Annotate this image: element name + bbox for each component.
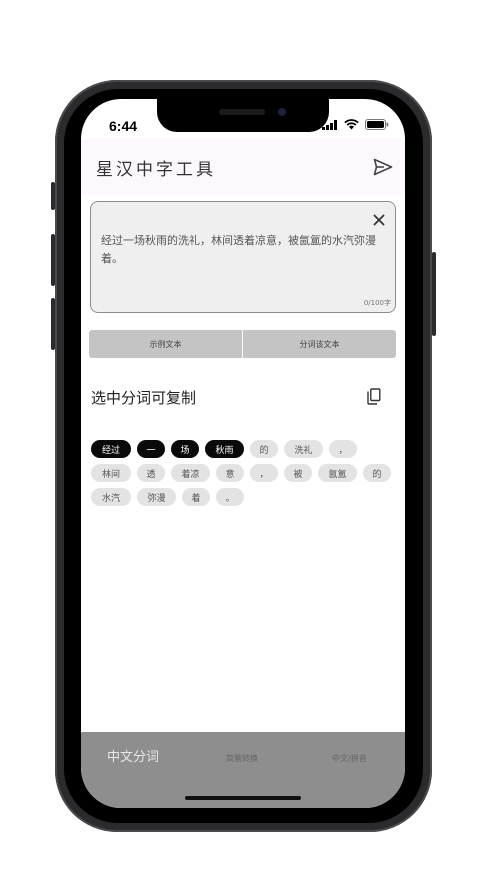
app-title: 星汉中字工具 — [96, 160, 216, 180]
token-chip[interactable]: 场 — [171, 440, 199, 458]
token-chip[interactable]: 透 — [137, 464, 165, 482]
segment-text-button[interactable]: 分词该文本 — [243, 330, 396, 358]
char-counter: 0/100字 — [363, 299, 391, 307]
token-chip[interactable]: 林间 — [91, 464, 131, 482]
token-chip[interactable]: 意 — [216, 464, 244, 482]
token-chip[interactable]: 经过 — [91, 440, 131, 458]
sample-text-button[interactable]: 示例文本 — [89, 330, 242, 358]
section-title: 选中分词可复制 — [91, 389, 197, 407]
token-chip[interactable]: ， — [250, 464, 278, 482]
token-chip[interactable]: 的 — [363, 464, 391, 482]
text-input[interactable]: 经过一场秋雨的洗礼，林间透着凉意，被氤氲的水汽弥漫着。 0/100字 — [90, 201, 396, 313]
status-icons — [322, 119, 389, 130]
volume-up-button — [51, 234, 55, 286]
token-chip[interactable]: 弥漫 — [137, 488, 176, 506]
wifi-icon — [344, 119, 359, 130]
token-chip[interactable]: 着凉 — [171, 464, 210, 482]
token-chip[interactable]: ， — [329, 440, 357, 458]
input-text: 经过一场秋雨的洗礼，林间透着凉意，被氤氲的水汽弥漫着。 — [101, 234, 376, 265]
token-chip[interactable]: 洗礼 — [284, 440, 323, 458]
action-buttons: 示例文本 分词该文本 — [89, 330, 396, 358]
token-chip[interactable]: 着 — [182, 488, 210, 506]
token-chip[interactable]: 的 — [250, 440, 278, 458]
notch — [157, 99, 329, 132]
token-chip[interactable]: 氤氲 — [318, 464, 357, 482]
status-time: 6:44 — [109, 118, 138, 134]
tab-segmentation[interactable]: 中文分词 — [107, 746, 159, 765]
token-chip[interactable]: 一 — [137, 440, 165, 458]
speaker — [219, 109, 265, 115]
volume-down-button — [51, 298, 55, 350]
signal-icon — [322, 119, 337, 130]
mute-switch — [51, 182, 55, 210]
app-screen: 6:44 星汉中字工具 经过一场秋雨的洗礼，林间透着凉意，被氤氲的水汽弥漫着。 — [81, 99, 405, 808]
home-indicator — [185, 796, 301, 800]
front-camera — [278, 108, 286, 116]
power-button — [432, 252, 436, 336]
token-chip[interactable]: 。 — [216, 488, 244, 506]
close-icon[interactable] — [373, 214, 385, 226]
token-chip[interactable]: 被 — [284, 464, 312, 482]
token-chip[interactable]: 秋雨 — [205, 440, 244, 458]
token-chip[interactable]: 水汽 — [91, 488, 131, 506]
copy-icon[interactable] — [367, 388, 381, 405]
battery-icon — [365, 119, 389, 130]
tab-chinese-pinyin[interactable]: 中文/拼音 — [332, 753, 367, 764]
send-icon[interactable] — [373, 158, 393, 176]
tab-simplified-traditional[interactable]: 简繁转换 — [226, 753, 258, 764]
